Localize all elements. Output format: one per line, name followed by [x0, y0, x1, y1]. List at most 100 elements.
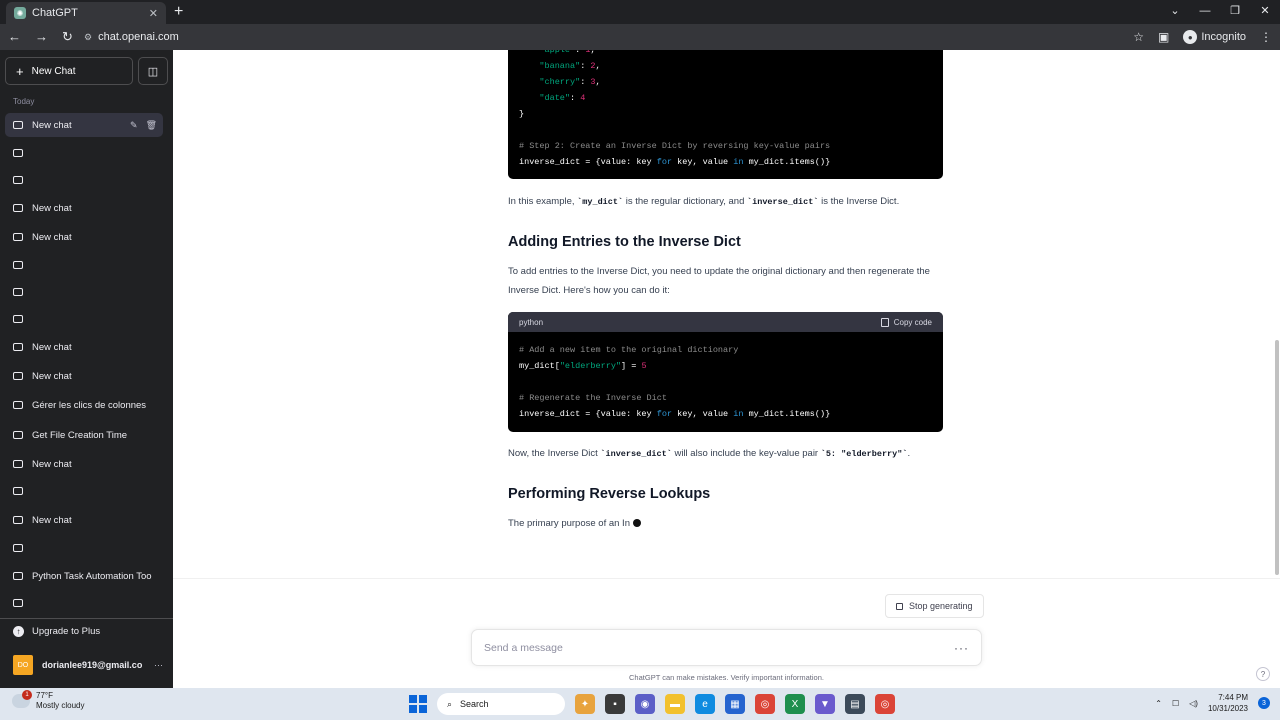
chat-app-icon[interactable]: ◉: [635, 694, 655, 714]
app-icon[interactable]: ▤: [845, 694, 865, 714]
chat-bubble-icon: [13, 149, 23, 157]
sidebar-chat-item[interactable]: New chat ✎ 🗑: [5, 113, 163, 137]
file-explorer-icon[interactable]: ▬: [665, 694, 685, 714]
windows-start-icon[interactable]: [409, 695, 427, 713]
browser-menu-icon[interactable]: ⋮: [1260, 30, 1272, 44]
taskbar-search[interactable]: ⌕ Search: [437, 693, 565, 715]
new-chat-button[interactable]: + New Chat: [5, 57, 133, 85]
text: is the regular dictionary, and: [623, 196, 748, 207]
more-dots-icon[interactable]: ···: [954, 641, 969, 655]
volume-icon[interactable]: ◁): [1189, 699, 1198, 708]
sidebar-chat-item[interactable]: Gérer les clics de colonnes: [5, 393, 163, 417]
task-view-icon[interactable]: ▪: [605, 694, 625, 714]
upgrade-to-plus-button[interactable]: ↑ Upgrade to Plus: [13, 626, 100, 637]
minimize-button[interactable]: —: [1190, 0, 1220, 24]
cloud-icon: 1: [12, 690, 32, 708]
text: Now, the Inverse Dict: [508, 448, 601, 459]
close-window-button[interactable]: ✕: [1250, 0, 1280, 24]
site-info-icon[interactable]: ⚙: [84, 32, 92, 43]
sidebar-chat-item[interactable]: [5, 307, 163, 331]
sidebar-chat-item[interactable]: New chat: [5, 225, 163, 249]
notification-badge[interactable]: 3: [1258, 697, 1270, 709]
chat-main: "apple": 1, "banana": 2, "cherry": 3, "d…: [173, 50, 1280, 688]
side-panel-icon[interactable]: ▣: [1158, 30, 1169, 44]
sidebar-chat-label: New chat: [32, 458, 72, 470]
code-block-1: "apple": 1, "banana": 2, "cherry": 3, "d…: [508, 50, 943, 179]
app-icon[interactable]: ▼: [815, 694, 835, 714]
forward-arrow-icon[interactable]: →: [35, 29, 48, 45]
sidebar-chat-item[interactable]: [5, 253, 163, 277]
close-sidebar-button[interactable]: ◫: [138, 57, 168, 85]
copy-code-button[interactable]: Copy code: [880, 317, 932, 327]
sidebar-chat-item[interactable]: [5, 280, 163, 304]
sidebar-chat-item[interactable]: Python Task Automation Too: [5, 564, 163, 588]
code-body-1: "apple": 1, "banana": 2, "cherry": 3, "d…: [508, 50, 943, 179]
browser-tab-chatgpt[interactable]: ✺ ChatGPT ✕: [6, 2, 166, 24]
incognito-label: Incognito: [1201, 31, 1246, 43]
sidebar-chat-item[interactable]: [5, 479, 163, 503]
sidebar-chat-item[interactable]: [5, 591, 163, 615]
sidebar-chat-item[interactable]: New chat: [5, 196, 163, 220]
browser-tab-strip: ✺ ChatGPT ✕ + ⌄ — ❐ ✕: [0, 0, 1280, 24]
stop-generating-button[interactable]: Stop generating: [885, 594, 984, 618]
disclaimer-text: ChatGPT can make mistakes. Verify import…: [629, 673, 824, 682]
message-placeholder: Send a message: [484, 641, 563, 654]
code-header: python Copy code: [508, 312, 943, 332]
sidebar: + New Chat ◫ Today New chat ✎ 🗑 New chat New…: [0, 50, 173, 688]
reload-icon[interactable]: ↻: [62, 29, 73, 45]
sidebar-chat-item[interactable]: New chat: [5, 452, 163, 476]
code-language: python: [519, 317, 544, 327]
incognito-indicator[interactable]: ● Incognito: [1183, 30, 1246, 44]
code-string: "apple": [539, 50, 576, 55]
chat-bubble-icon: [13, 176, 23, 184]
scrollbar[interactable]: [1274, 50, 1280, 580]
chrome-icon[interactable]: ◎: [755, 694, 775, 714]
code-number: 4: [580, 93, 586, 103]
bookmark-star-icon[interactable]: ☆: [1133, 30, 1144, 44]
scrollbar-thumb[interactable]: [1275, 340, 1279, 575]
more-options-icon[interactable]: ···: [154, 660, 163, 670]
sidebar-chat-item[interactable]: [5, 168, 163, 192]
sidebar-chat-item[interactable]: Get File Creation Time: [5, 423, 163, 447]
help-button[interactable]: ?: [1256, 667, 1270, 681]
time: 7:44 PM: [1218, 693, 1248, 702]
tab-search-icon[interactable]: ⌄: [1160, 0, 1190, 24]
store-icon[interactable]: ▦: [725, 694, 745, 714]
text: .: [907, 448, 911, 459]
section-heading: Performing Reverse Lookups: [508, 486, 711, 502]
sidebar-chat-item[interactable]: New chat: [5, 364, 163, 388]
sidebar-chat-item[interactable]: New chat: [5, 335, 163, 359]
inline-code: `inverse_dict`: [600, 449, 672, 459]
weather-widget[interactable]: 1 77°F Mostly cloudy: [12, 690, 84, 711]
new-tab-button[interactable]: +: [174, 3, 183, 21]
edge-icon[interactable]: e: [695, 694, 715, 714]
chat-bubble-icon: [13, 599, 23, 607]
tab-close-icon[interactable]: ✕: [149, 7, 158, 20]
address-bar: ← → ↻ ⚙ chat.openai.com ☆ ▣ ● Incognito …: [0, 24, 1280, 50]
trash-icon[interactable]: 🗑: [146, 120, 157, 131]
user-menu[interactable]: DO dorianlee919@gmail.co ···: [13, 655, 163, 675]
code-token: my_dict[: [519, 361, 560, 371]
chat-bubble-icon: [13, 288, 23, 296]
message-input[interactable]: Send a message ···: [471, 629, 982, 666]
code-block-2: python Copy code # Add a new item to the…: [508, 312, 943, 432]
chrome-incognito-icon[interactable]: ◎: [875, 694, 895, 714]
weather-alert-badge: 1: [22, 690, 32, 700]
code-keyword: for: [656, 409, 673, 419]
chevron-up-icon[interactable]: ⌃: [1155, 699, 1162, 708]
back-arrow-icon[interactable]: ←: [8, 29, 21, 45]
restore-button[interactable]: ❐: [1220, 0, 1250, 24]
sidebar-chat-item[interactable]: [5, 141, 163, 165]
widgets-icon[interactable]: ✦: [575, 694, 595, 714]
code-string: "cherry": [539, 77, 581, 87]
sidebar-chat-item[interactable]: [5, 536, 163, 560]
code-number: 1: [585, 50, 591, 55]
code-string: "banana": [539, 61, 581, 71]
sidebar-chat-item[interactable]: New chat: [5, 508, 163, 532]
network-icon[interactable]: ☐: [1172, 699, 1179, 708]
excel-icon[interactable]: X: [785, 694, 805, 714]
chat-bubble-icon: [13, 487, 23, 495]
edit-pencil-icon[interactable]: ✎: [130, 120, 138, 131]
url-field[interactable]: ⚙ chat.openai.com: [84, 31, 179, 43]
clock[interactable]: 7:44 PM 10/31/2023: [1208, 692, 1248, 714]
